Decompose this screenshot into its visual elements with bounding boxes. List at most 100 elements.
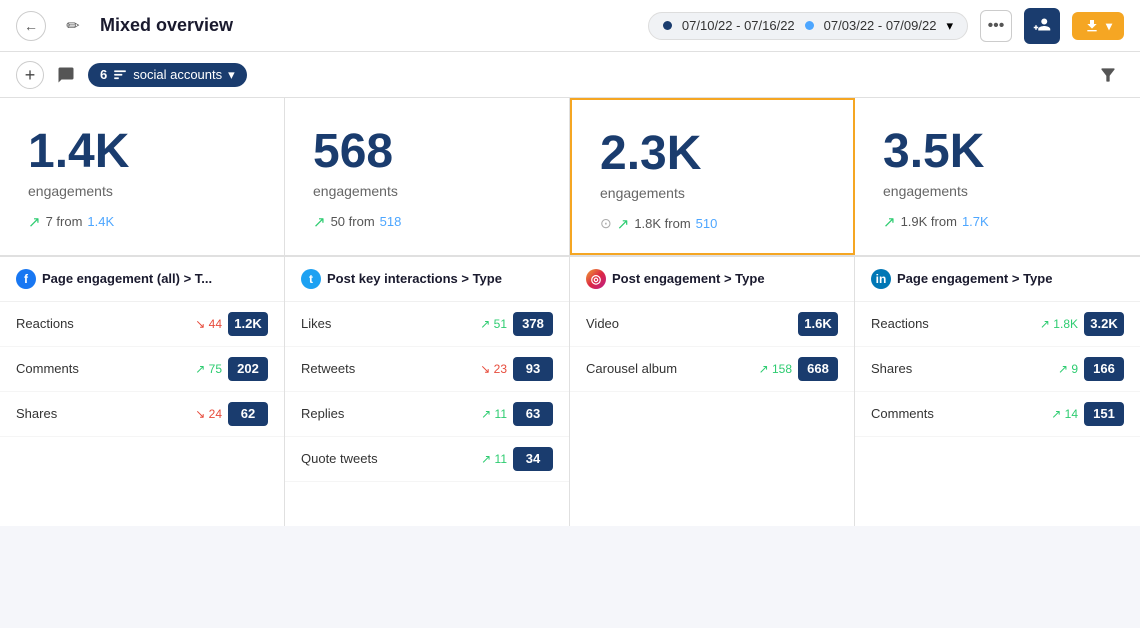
row-label: Video — [586, 316, 798, 331]
previous-period-dot — [805, 21, 814, 30]
panel-row: Video 1.6K — [570, 302, 854, 347]
chevron-down-icon: ▾ — [946, 18, 953, 34]
panel-fb: f Page engagement (all) > T... Reactions… — [0, 256, 285, 526]
change-arrow-icon: ↗ — [313, 213, 326, 231]
row-label: Quote tweets — [301, 451, 481, 466]
panel-row: Quote tweets ↗ 11 34 — [285, 437, 569, 482]
panel-row: Comments ↗ 14 151 — [855, 392, 1140, 437]
panel-header: t Post key interactions > Type — [285, 257, 569, 302]
panel-header: f Page engagement (all) > T... — [0, 257, 284, 302]
stat-change: ↗ 7 from 1.4K — [28, 213, 256, 231]
change-arrow-icon: ↗ — [883, 213, 896, 231]
panel-li: in Page engagement > Type Reactions ↗ 1.… — [855, 256, 1140, 526]
row-badge: 202 — [228, 357, 268, 381]
stat-change: ↗ 50 from 518 — [313, 213, 541, 231]
row-label: Comments — [16, 361, 195, 376]
panel-header: in Page engagement > Type — [855, 257, 1140, 302]
row-badge: 166 — [1084, 357, 1124, 381]
filter-button[interactable] — [1092, 59, 1124, 91]
row-badge: 1.6K — [798, 312, 838, 336]
stat-number: 1.4K — [28, 126, 256, 179]
row-label: Shares — [16, 406, 195, 421]
change-up-icon: ↗ 1.8K — [1040, 317, 1078, 331]
change-link: 1.4K — [87, 214, 114, 229]
panel-row: Reactions ↗ 1.8K 3.2K — [855, 302, 1140, 347]
main-content: 1.4K engagements ↗ 7 from 1.4K 568 engag… — [0, 98, 1140, 526]
stat-card-0[interactable]: 1.4K engagements ↗ 7 from 1.4K — [0, 98, 285, 255]
ig-platform-icon: ◎ — [586, 269, 606, 289]
panel-row: Carousel album ↗ 158 668 — [570, 347, 854, 392]
row-label: Retweets — [301, 361, 480, 376]
panel-row: Reactions ↘ 44 1.2K — [0, 302, 284, 347]
row-label: Reactions — [16, 316, 195, 331]
tw-platform-icon: t — [301, 269, 321, 289]
stat-number: 2.3K — [600, 128, 825, 181]
row-label: Comments — [871, 406, 1051, 421]
change-link: 510 — [696, 216, 718, 231]
more-options-button[interactable]: ••• — [980, 10, 1012, 42]
panel-row: Comments ↗ 75 202 — [0, 347, 284, 392]
row-label: Likes — [301, 316, 480, 331]
row-badge: 1.2K — [228, 312, 268, 336]
social-accounts-filter[interactable]: 6 social accounts ▾ — [88, 63, 247, 87]
panel-row: Retweets ↘ 23 93 — [285, 347, 569, 392]
row-label: Reactions — [871, 316, 1040, 331]
stats-row: 1.4K engagements ↗ 7 from 1.4K 568 engag… — [0, 98, 1140, 256]
row-badge: 378 — [513, 312, 553, 336]
stat-change: ⊙ ↗ 1.8K from 510 — [600, 215, 825, 233]
panel-tw: t Post key interactions > Type Likes ↗ 5… — [285, 256, 570, 526]
social-accounts-label: social accounts — [133, 67, 222, 82]
change-text: 50 from — [331, 214, 375, 229]
panel-row: Replies ↗ 11 63 — [285, 392, 569, 437]
back-button[interactable]: ← — [16, 11, 46, 41]
social-chevron-icon: ▾ — [228, 67, 235, 83]
export-chevron-icon: ▾ — [1106, 19, 1112, 33]
change-arrow-icon: ↗ — [617, 215, 630, 233]
change-text: 7 from — [46, 214, 83, 229]
change-text: 1.8K from — [634, 216, 690, 231]
panel-title: Page engagement > Type — [897, 271, 1052, 286]
change-link: 1.7K — [962, 214, 989, 229]
change-down-icon: ↘ 44 — [195, 317, 222, 331]
change-up-icon: ↗ 11 — [481, 407, 507, 421]
add-widget-button[interactable]: + — [16, 61, 44, 89]
panel-row: Shares ↘ 24 62 — [0, 392, 284, 437]
li-platform-icon: in — [871, 269, 891, 289]
stat-label: engagements — [600, 185, 825, 201]
row-badge: 93 — [513, 357, 553, 381]
export-button[interactable]: ▾ — [1072, 12, 1124, 40]
panel-title: Post key interactions > Type — [327, 271, 502, 286]
stat-card-2[interactable]: 2.3K engagements ⊙ ↗ 1.8K from 510 — [570, 98, 855, 255]
row-badge: 62 — [228, 402, 268, 426]
panel-title: Page engagement (all) > T... — [42, 271, 212, 286]
row-badge: 63 — [513, 402, 553, 426]
stat-number: 568 — [313, 126, 541, 179]
panel-row: Shares ↗ 9 166 — [855, 347, 1140, 392]
current-period-dot — [663, 21, 672, 30]
date-range-selector[interactable]: 07/10/22 - 07/16/22 07/03/22 - 07/09/22 … — [648, 12, 968, 40]
stat-change: ↗ 1.9K from 1.7K — [883, 213, 1112, 231]
comment-button[interactable] — [52, 61, 80, 89]
change-up-icon: ↗ 158 — [759, 362, 792, 376]
change-arrow-icon: ↗ — [28, 213, 41, 231]
row-label: Replies — [301, 406, 481, 421]
panel-ig: ◎ Post engagement > Type Video 1.6K Caro… — [570, 256, 855, 526]
change-up-icon: ↗ 51 — [480, 317, 507, 331]
row-badge: 3.2K — [1084, 312, 1124, 336]
stat-card-3[interactable]: 3.5K engagements ↗ 1.9K from 1.7K — [855, 98, 1140, 255]
panel-header: ◎ Post engagement > Type — [570, 257, 854, 302]
add-user-button[interactable] — [1024, 8, 1060, 44]
change-up-icon: ↗ 11 — [481, 452, 507, 466]
edit-button[interactable]: ✏ — [58, 11, 88, 41]
stat-number: 3.5K — [883, 126, 1112, 179]
fb-platform-icon: f — [16, 269, 36, 289]
row-badge: 668 — [798, 357, 838, 381]
panels-row: f Page engagement (all) > T... Reactions… — [0, 256, 1140, 526]
social-count-badge: 6 — [100, 67, 107, 82]
stat-card-1[interactable]: 568 engagements ↗ 50 from 518 — [285, 98, 570, 255]
current-date-range: 07/10/22 - 07/16/22 — [682, 18, 795, 33]
stat-label: engagements — [313, 183, 541, 199]
change-down-icon: ↘ 23 — [480, 362, 507, 376]
change-up-icon: ↗ 75 — [195, 362, 222, 376]
stat-label: engagements — [28, 183, 256, 199]
